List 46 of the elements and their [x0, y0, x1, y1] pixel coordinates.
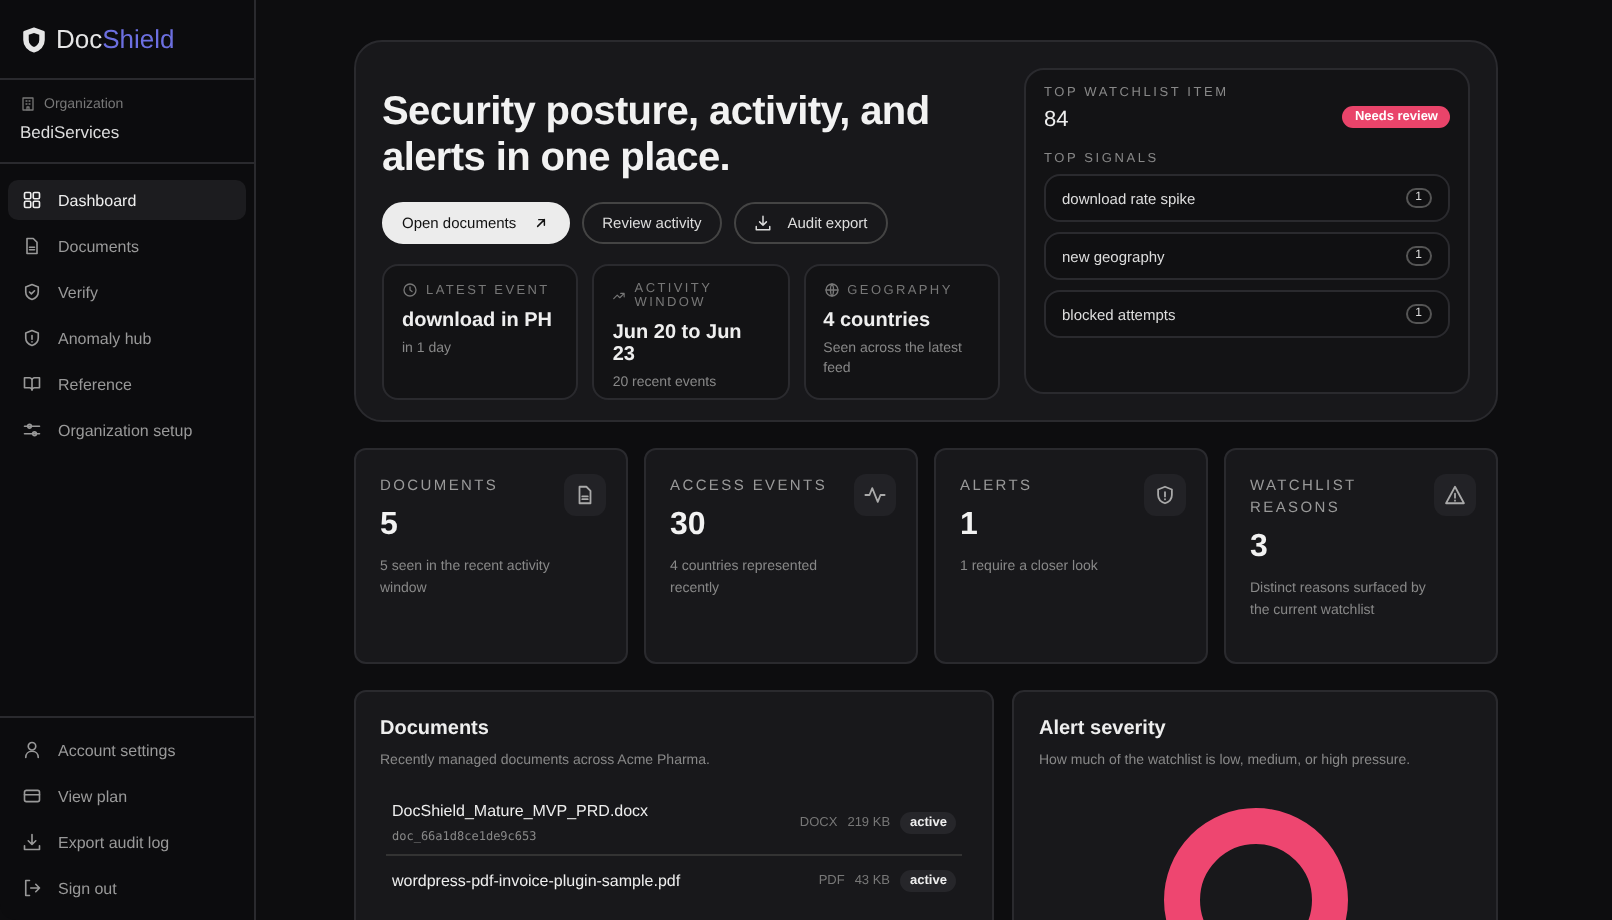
pulse-icon	[854, 474, 896, 516]
sidebar-item[interactable]: Dashboard	[8, 180, 246, 220]
stat-value: 30	[670, 508, 708, 544]
sidebar-item[interactable]: Reference	[8, 364, 246, 404]
sign-out-icon	[22, 878, 42, 898]
building-icon	[20, 96, 36, 112]
document-icon	[564, 474, 606, 516]
brand-logo-text: DocShield	[56, 24, 175, 54]
sidebar-item[interactable]: Sign out	[8, 868, 246, 908]
user-icon	[22, 740, 42, 760]
panel-title: Documents	[380, 718, 491, 740]
grid-icon	[22, 190, 42, 210]
stat-value: 3	[1250, 530, 1270, 566]
card-icon	[22, 786, 42, 806]
sidebar-item[interactable]: Verify	[8, 272, 246, 312]
sidebar-item[interactable]: Account settings	[8, 730, 246, 770]
download-icon	[753, 214, 772, 232]
trend-icon	[612, 288, 627, 304]
shield-check-icon	[22, 282, 42, 302]
sidebar-item[interactable]: Organization setup	[8, 410, 246, 450]
stat-value: 5	[380, 508, 400, 544]
sidebar-item[interactable]: Export audit log	[8, 822, 246, 862]
stat-value: 1	[960, 508, 980, 544]
shield-alert-icon	[22, 328, 42, 348]
organization-name: BediServices	[20, 122, 122, 142]
panel-title: Alert severity	[1038, 718, 1168, 740]
hero-title: Security posture, activity, and alerts in one place.	[382, 90, 932, 182]
sidebar-item[interactable]: Anomaly hub	[8, 318, 246, 358]
shield-logo-icon	[20, 25, 48, 53]
info-value: Jun 20 to Jun 23	[612, 322, 744, 366]
watchlist-value: 84	[1044, 108, 1069, 132]
info-value: download in PH	[402, 310, 554, 332]
shield-alert-icon	[1144, 474, 1186, 516]
document-icon	[22, 236, 42, 256]
download-icon	[22, 832, 42, 852]
arrow-icon	[532, 214, 551, 232]
sidebar-item[interactable]: View plan	[8, 776, 246, 816]
sidebar-item[interactable]: Documents	[8, 226, 246, 266]
sliders-icon	[22, 420, 42, 440]
document-name[interactable]: DocShield_Mature_MVP_PRD.docx	[392, 802, 649, 820]
book-icon	[22, 374, 42, 394]
info-value: 4 countries	[823, 310, 933, 332]
document-name[interactable]: wordpress-pdf-invoice-plugin-sample.pdf	[392, 872, 681, 890]
globe-icon	[823, 282, 840, 298]
warning-icon	[1434, 474, 1476, 516]
clock-icon	[402, 282, 418, 298]
